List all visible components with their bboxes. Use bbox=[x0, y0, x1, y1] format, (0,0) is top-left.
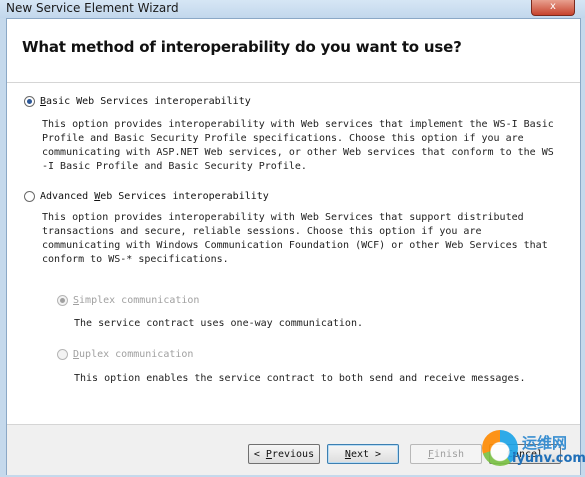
site-watermark: 运维网 iyunv.com bbox=[478, 428, 585, 474]
simplex-description: The service contract uses one-way commun… bbox=[74, 318, 363, 329]
previous-chevron-icon: < bbox=[253, 448, 266, 460]
page-title: What method of interoperability do you w… bbox=[22, 38, 462, 56]
previous-button[interactable]: < Previous bbox=[248, 444, 320, 464]
wizard-dialog: What method of interoperability do you w… bbox=[6, 18, 581, 475]
simplex-label: Simplex communication bbox=[73, 295, 200, 306]
duplex-radio[interactable]: Duplex communication bbox=[57, 349, 193, 360]
wizard-content: Basic Web Services interoperability This… bbox=[7, 83, 580, 424]
simplex-radio-button[interactable] bbox=[57, 295, 68, 306]
next-chevron-icon: > bbox=[369, 448, 382, 460]
duplex-label: Duplex communication bbox=[73, 349, 194, 360]
next-button[interactable]: Next > bbox=[327, 444, 399, 464]
watermark-url: iyunv.com bbox=[512, 451, 585, 466]
simplex-radio[interactable]: Simplex communication bbox=[57, 295, 199, 306]
duplex-description: This option enables the service contract… bbox=[74, 373, 526, 384]
wizard-header: What method of interoperability do you w… bbox=[7, 19, 580, 83]
finish-button[interactable]: Finish bbox=[410, 444, 482, 464]
advanced-interop-radio[interactable]: Advanced Web Services interoperability bbox=[24, 191, 269, 202]
basic-interop-description: This option provides interoperability wi… bbox=[42, 119, 554, 172]
basic-interop-radio-button[interactable] bbox=[24, 96, 35, 107]
close-icon: x bbox=[550, 1, 556, 12]
advanced-interop-radio-button[interactable] bbox=[24, 191, 35, 202]
advanced-interop-description: This option provides interoperability wi… bbox=[42, 212, 548, 265]
basic-interop-radio[interactable]: Basic Web Services interoperability bbox=[24, 96, 251, 107]
title-bar: New Service Element Wizard x bbox=[0, 0, 585, 18]
finish-label: inish bbox=[433, 448, 465, 460]
advanced-interop-label: Advanced Web Services interoperability bbox=[40, 191, 269, 202]
duplex-radio-button[interactable] bbox=[57, 349, 68, 360]
next-label: ext bbox=[350, 448, 370, 460]
window-title: New Service Element Wizard bbox=[6, 1, 179, 15]
close-button[interactable]: x bbox=[531, 0, 575, 16]
basic-interop-label: Basic Web Services interoperability bbox=[40, 96, 251, 107]
watermark-cn-text: 运维网 bbox=[522, 434, 568, 452]
previous-label: revious bbox=[271, 448, 315, 460]
